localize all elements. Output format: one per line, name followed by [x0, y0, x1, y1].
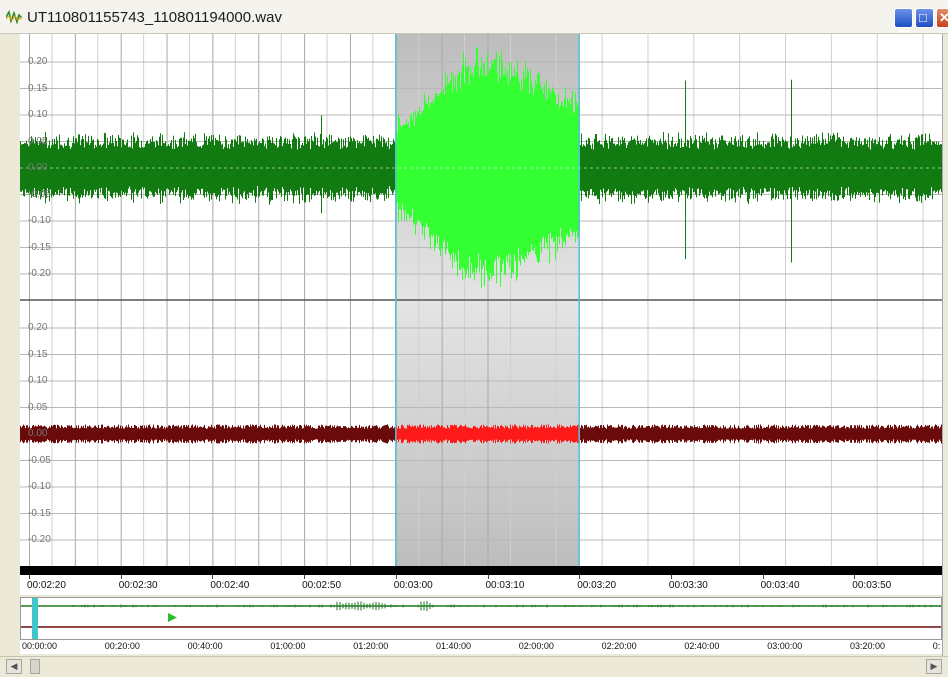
scroll-left-arrow-icon[interactable]: ◀: [6, 659, 22, 674]
amplitude-tick-label: -0.05: [28, 188, 51, 200]
overview-tick-label: 00:40:00: [187, 641, 223, 651]
overview-tick-label: 02:00:00: [518, 641, 554, 651]
overview-tick-label: 01:20:00: [353, 641, 389, 651]
waveform-app-icon: [6, 10, 22, 24]
window-title: UT110801155743_110801194000.wav: [27, 9, 282, 26]
time-tick-label: 00:03:50: [852, 580, 892, 591]
time-tick: [120, 575, 122, 579]
amplitude-tick-label: -0.10: [28, 215, 51, 226]
play-triangle-icon: [168, 613, 177, 622]
amplitude-tick-label: 0.15: [28, 82, 48, 94]
amplitude-tick-label: 0.00: [28, 162, 48, 173]
waveform-canvas[interactable]: [20, 34, 942, 566]
overview-tick-label: 00:00:00: [22, 641, 58, 651]
time-ruler-bar: [20, 566, 942, 575]
amplitude-tick-label: 0.15: [28, 348, 48, 360]
waveform-pane[interactable]: 0.20 0.15 0.10 0.05 0.00 -0.05 -0.10 -0.15 -0.20…: [20, 34, 942, 566]
amplitude-tick-label: 0.10: [28, 375, 48, 386]
maximize-icon: □: [919, 10, 927, 25]
close-button[interactable]: ✕: [936, 8, 948, 28]
scroll-thumb[interactable]: [30, 659, 40, 674]
time-tick-label: 00:02:40: [210, 580, 250, 591]
amplitude-tick-label: 0.05: [28, 401, 48, 413]
time-tick-label: 00:03:00: [393, 580, 433, 591]
time-tick: [670, 575, 672, 579]
overview-tick-label: 01:00:00: [270, 641, 306, 651]
minimize-icon: ▁: [899, 17, 909, 32]
time-tick: [29, 575, 30, 579]
amplitude-tick-label: -0.20: [28, 268, 51, 279]
overview-tick-label: 0:: [932, 641, 941, 651]
time-tick-label: 00:02:50: [302, 580, 342, 591]
time-tick-label: 00:02:30: [118, 580, 158, 591]
amplitude-tick-label: 0.05: [28, 135, 48, 147]
overview-tick-label: 03:20:00: [850, 641, 886, 651]
overview-canvas[interactable]: [21, 598, 941, 639]
time-tick: [304, 575, 306, 579]
time-tick: [854, 575, 856, 579]
time-tick-label: 00:03:40: [760, 580, 800, 591]
left-gutter: [0, 34, 20, 658]
time-tick: [395, 575, 397, 579]
amplitude-tick-label: -0.15: [28, 241, 51, 253]
amplitude-tick-label: 0.20: [28, 56, 48, 67]
time-tick-label: 00:03:30: [668, 580, 708, 591]
close-icon: ✕: [939, 10, 948, 25]
amplitude-tick-label: 0.00: [28, 428, 48, 439]
vertical-scrollbar[interactable]: [942, 34, 948, 658]
maximize-button[interactable]: □: [915, 8, 934, 28]
overview-tick-label: 02:20:00: [601, 641, 637, 651]
scroll-right-arrow-icon[interactable]: ▶: [926, 659, 942, 674]
time-tick: [762, 575, 764, 579]
overview-tick-label: 00:20:00: [104, 641, 140, 651]
time-tick-label: 00:03:20: [577, 580, 617, 591]
overview-tick-label: 02:40:00: [684, 641, 720, 651]
amplitude-tick-label: -0.05: [28, 454, 51, 466]
time-tick: [487, 575, 489, 579]
time-tick: [212, 575, 214, 579]
amplitude-tick-label: -0.15: [28, 507, 51, 519]
overview-time-axis: 00:00:00 00:20:00 00:40:00 01:00:00 01:20:00…: [20, 640, 942, 654]
amplitude-tick-label: -0.10: [28, 481, 51, 492]
time-axis: 00:02:20 00:02:30 00:02:40 00:02:50 00:03:00…: [20, 575, 942, 595]
overview-position-marker: [32, 598, 38, 639]
horizontal-scrollbar[interactable]: ◀ ▶: [0, 656, 948, 677]
amplitude-tick-label: -0.20: [28, 534, 51, 545]
overview-tick-label: 01:40:00: [436, 641, 472, 651]
amplitude-tick-label: 0.20: [28, 322, 48, 333]
time-tick-label: 00:03:10: [485, 580, 525, 591]
overview-strip[interactable]: [20, 597, 942, 640]
minimize-button[interactable]: ▁: [894, 8, 913, 32]
amplitude-tick-label: 0.10: [28, 109, 48, 120]
overview-tick-label: 03:00:00: [767, 641, 803, 651]
time-tick: [579, 575, 581, 579]
time-tick-label: 00:02:20: [27, 580, 66, 591]
window-titlebar[interactable]: UT110801155743_110801194000.wav ▁ □ ✕: [0, 0, 948, 34]
